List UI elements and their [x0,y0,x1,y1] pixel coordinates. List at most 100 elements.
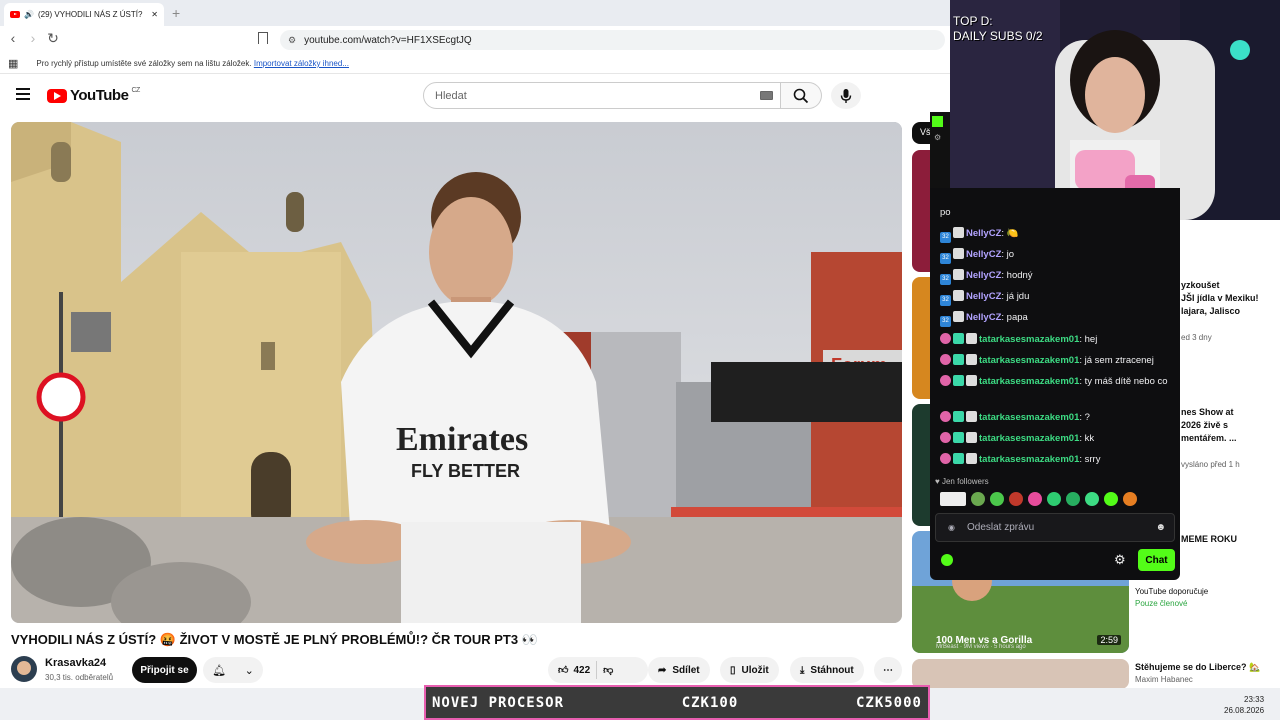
bookmarks-hint: Pro rychlý přístup umístěte své záložky … [36,59,252,68]
new-tab-button[interactable]: + [172,5,180,21]
reload-icon[interactable]: ↻ [44,30,62,47]
youtube-favicon-icon [10,11,20,18]
rec-title-last[interactable]: Stěhujeme se do Liberce? 🏡 [1135,661,1260,673]
sub-badge-icon: 32 [940,295,951,306]
emote-icon[interactable] [990,492,1004,506]
rec-title-line[interactable]: lajara, Jalisco [1181,305,1240,317]
join-button[interactable]: Připojit se [132,657,197,683]
ticker-item: CZK5000 [855,694,922,711]
filter-icon[interactable]: ⚙ [934,133,950,142]
badge-icon [966,432,977,443]
badge-icon [966,354,977,365]
video-player[interactable]: Forum Emirates FLY BETTER [11,122,902,623]
rec-meta: vysláno před 1 h [1181,460,1240,469]
chat-username[interactable]: NellyCZ [966,270,1001,281]
chat-username[interactable]: NellyCZ [966,249,1001,260]
gift-badge-icon [953,453,964,464]
hamburger-menu-icon[interactable] [16,88,30,100]
notifications-button[interactable]: 🔔︎ ⌄ [203,657,263,683]
rec-title-line[interactable]: nes Show at [1181,406,1234,418]
chat-message: tatarkasesmazakem01: já sem ztracenej [940,354,1172,367]
search-button[interactable] [781,82,822,109]
chat-username[interactable]: NellyCZ [966,312,1001,323]
emote-icon[interactable] [1104,492,1118,506]
url-field[interactable]: ⚙ youtube.com/watch?v=HF1XSEcgtJQ [280,30,945,50]
rec-title-line[interactable]: mentářem. ... [1181,432,1237,444]
chat-username[interactable]: tatarkasesmazakem01 [979,376,1079,387]
like-button[interactable]: 👍︎ 422 [558,664,591,677]
close-tab-icon[interactable]: ✕ [151,10,158,19]
badge-icon [966,411,977,422]
taskbar-clock[interactable]: 23:33 26.08.2026 [1224,694,1264,716]
bookmark-star-icon[interactable] [258,32,268,44]
apps-grid-icon[interactable]: ▦ [8,57,18,70]
emoji-icon[interactable]: ☻ [1155,522,1166,533]
emote-icon[interactable] [971,492,985,506]
chat-message: tatarkasesmazakem01: kk [940,432,1172,445]
download-button[interactable]: ⤓ Stáhnout [790,657,864,683]
emote-icon[interactable] [1066,492,1080,506]
chevron-down-icon: ⌄ [244,664,254,677]
share-button[interactable]: ➦ Sdílet [648,657,710,683]
chat-text: já sem ztracenej [1084,355,1154,366]
kick-badge-icon[interactable] [941,554,953,566]
search-placeholder: Hledat [435,89,467,102]
chat-username[interactable]: tatarkasesmazakem01 [979,433,1079,444]
chat-username[interactable]: NellyCZ [966,291,1001,302]
like-count: 422 [573,664,591,676]
save-button[interactable]: ▯ Uložit [720,657,779,683]
save-icon: ▯ [730,664,736,676]
emote-icon[interactable] [1123,492,1137,506]
sub-badge-icon [940,411,951,422]
chat-username[interactable]: tatarkasesmazakem01 [979,412,1079,423]
search-input[interactable]: Hledat [423,82,781,109]
chat-username[interactable]: tatarkasesmazakem01 [979,334,1079,345]
rec-channel-last[interactable]: Maxim Habanec [1135,675,1193,684]
chat-text: srry [1084,454,1101,465]
thumbs-down-icon[interactable]: 👎︎ [603,664,613,676]
youtube-logo[interactable]: YouTube CZ [47,87,140,104]
logo-text: YouTube [70,87,129,104]
bookmarks-bar: ▦ Pro rychlý přístup umístěte své záložk… [0,54,950,74]
video-title: VYHODILI NÁS Z ÚSTÍ? 🤬 ŽIVOT V MOSTĚ JE … [11,632,538,647]
chat-text: hodný [1006,270,1033,281]
search-icon [793,88,809,103]
chat-text: papa [1006,312,1028,323]
sub-badge-icon [940,432,951,443]
rec-title-line[interactable]: JŠI jídla v Mexiku! [1181,292,1259,304]
chat-message-input[interactable]: ◉ Odeslat zprávu ☻ [935,513,1175,542]
chat-text: já jdu [1006,291,1030,302]
keyboard-icon[interactable] [760,91,773,100]
chat-side-strip: ⚙ [930,112,950,188]
site-info-icon[interactable]: ⚙ [288,35,296,46]
chat-username[interactable]: tatarkasesmazakem01 [979,454,1079,465]
forward-arrow-icon[interactable]: › [24,30,42,46]
channel-avatar[interactable] [11,656,37,682]
emote-icon[interactable] [1028,492,1042,506]
gift-badge-icon [953,375,964,386]
rec-title-line[interactable]: 2026 živě s [1181,419,1228,431]
share-icon: ➦ [658,664,667,676]
rec-title-line[interactable]: yzkoušet [1181,279,1220,291]
import-bookmarks-link[interactable]: Importovat záložky ihned... [254,59,349,68]
emote-icon[interactable] [1047,492,1061,506]
emote-bar [940,490,1140,508]
emote-icon[interactable] [1009,492,1023,506]
gift-badge-icon [953,333,964,344]
emote-icon[interactable] [940,492,966,506]
browser-tab[interactable]: 🔊 (29) VYHODILI NÁS Z ÚSTÍ? ✕ [4,3,164,26]
region-code: CZ [131,87,140,94]
chat-send-button[interactable]: Chat [1138,549,1175,571]
channel-name[interactable]: Krasavka24 [45,657,106,669]
rec-title-line[interactable]: MEME ROKU [1181,533,1237,545]
back-arrow-icon[interactable]: ‹ [4,30,22,46]
voice-search-button[interactable] [831,82,861,109]
stream-ticker: NOVEJ PROCESOR CZK100 CZK5000 [424,685,930,720]
chat-username[interactable]: NellyCZ [966,228,1001,239]
more-actions-button[interactable]: ⋯ [874,657,902,683]
emote-icon[interactable] [1085,492,1099,506]
recommendation-thumbnail[interactable] [912,659,1129,689]
chat-username[interactable]: tatarkasesmazakem01 [979,355,1079,366]
gift-badge-icon [953,432,964,443]
chat-settings-gear-icon[interactable]: ⚙ [1114,552,1126,568]
